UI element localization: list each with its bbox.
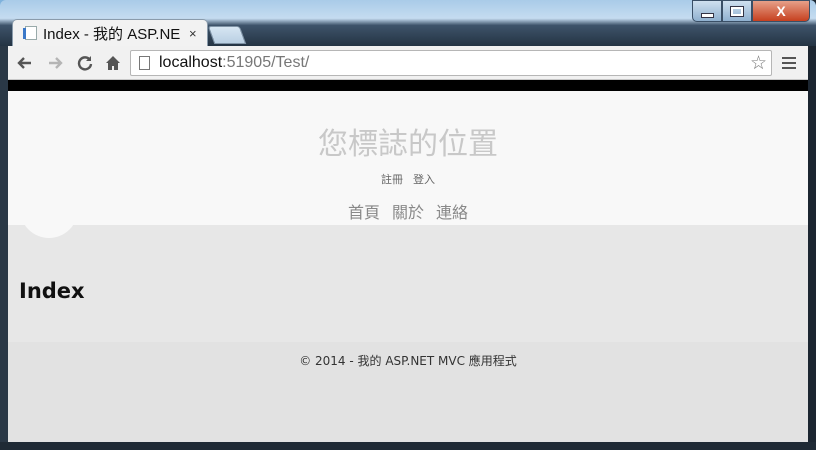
maximize-button[interactable] [722, 0, 752, 22]
reload-icon[interactable] [74, 52, 96, 74]
decorative-circle [20, 180, 78, 238]
nav-contact-link[interactable]: 連絡 [436, 199, 468, 223]
window-frame-bottom [0, 442, 816, 450]
back-icon[interactable] [14, 52, 36, 74]
browser-window: Index - 我的 ASP.NE × X localhost:51905/Te… [0, 0, 816, 450]
login-links: 註冊 登入 [8, 171, 808, 187]
register-link[interactable]: 註冊 [381, 171, 403, 187]
top-black-bar [8, 80, 808, 91]
nav-about-link[interactable]: 關於 [392, 199, 424, 223]
tab-close-icon[interactable]: × [189, 26, 197, 41]
page-favicon-icon [23, 26, 37, 40]
window-frame-left [0, 46, 8, 450]
site-header: 您標誌的位置 註冊 登入 首頁 關於 連絡 [8, 91, 808, 225]
browser-toolbar: localhost:51905/Test/ ☆ [8, 46, 808, 80]
footer-copyright: © 2014 - 我的 ASP.NET MVC 應用程式 [299, 354, 517, 368]
url-host: localhost [159, 54, 223, 71]
address-bar[interactable]: localhost:51905/Test/ ☆ [130, 50, 772, 76]
maximize-icon [730, 5, 744, 17]
url-path: :51905/Test/ [222, 54, 310, 71]
title-bar: Index - 我的 ASP.NE × X [0, 0, 816, 46]
browser-tab[interactable]: Index - 我的 ASP.NE × [12, 19, 208, 46]
window-frame-right [808, 46, 816, 450]
page-icon [139, 56, 150, 70]
minimize-button[interactable] [692, 0, 722, 22]
minimize-icon [700, 12, 714, 18]
close-button[interactable]: X [752, 0, 810, 22]
star-icon[interactable]: ☆ [750, 52, 767, 74]
window-controls: X [692, 0, 810, 22]
nav-home-link[interactable]: 首頁 [348, 199, 380, 223]
main-nav: 首頁 關於 連絡 [8, 199, 808, 223]
main-content: Index [8, 225, 808, 342]
page-footer: © 2014 - 我的 ASP.NET MVC 應用程式 [8, 342, 808, 442]
tab-title: Index - 我的 ASP.NE [43, 25, 181, 43]
new-tab-button[interactable] [207, 26, 247, 44]
menu-icon[interactable] [782, 53, 796, 73]
login-link[interactable]: 登入 [413, 171, 435, 187]
page-title: Index [19, 279, 85, 303]
forward-icon[interactable] [44, 52, 66, 74]
page-viewport: 您標誌的位置 註冊 登入 首頁 關於 連絡 Index © 2014 - 我的 … [8, 80, 808, 442]
url-text[interactable]: localhost:51905/Test/ [159, 54, 309, 72]
home-icon[interactable] [102, 52, 124, 74]
site-logo-text[interactable]: 您標誌的位置 [8, 119, 808, 163]
